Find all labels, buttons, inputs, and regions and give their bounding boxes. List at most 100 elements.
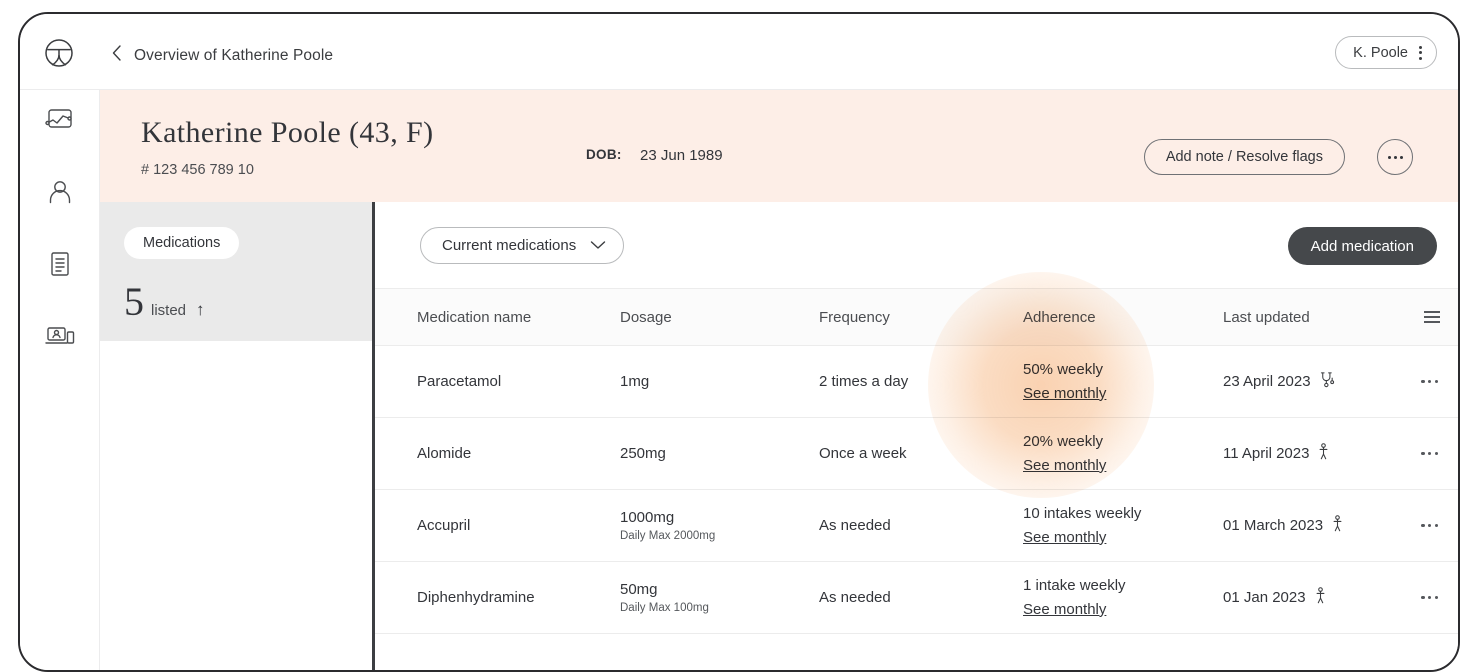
cell-medication-name: Alomide: [417, 445, 472, 462]
telehealth-devices-icon: [44, 327, 76, 356]
last-updated-value: 11 April 2023: [1223, 445, 1310, 462]
dosage-value: 1mg: [620, 373, 650, 390]
see-monthly-link[interactable]: See monthly: [1023, 457, 1106, 474]
dosage-value: 50mg: [620, 581, 658, 598]
cell-frequency: 2 times a day: [819, 373, 909, 390]
last-updated-value: 23 April 2023: [1223, 373, 1311, 390]
cell-last-updated: 23 April 2023: [1223, 371, 1393, 393]
medications-table: Medication name Dosage Frequency Adheren…: [375, 288, 1458, 634]
cell-medication-name: Accupril: [417, 517, 471, 534]
row-more-options-icon[interactable]: [1419, 374, 1440, 389]
profile-menu-button[interactable]: K. Poole: [1335, 36, 1437, 69]
dob-label: DOB:: [586, 147, 622, 162]
cell-frequency: As needed: [819, 517, 891, 534]
cell-dosage: 50mg Daily Max 100mg: [620, 581, 819, 614]
cell-medication-name: Paracetamol: [417, 373, 502, 390]
person-standing-icon: [1318, 442, 1329, 465]
column-header-actions: [1393, 311, 1440, 323]
chevron-left-icon[interactable]: [110, 44, 124, 62]
cell-last-updated: 01 Jan 2023: [1223, 586, 1393, 609]
adherence-value: 20% weekly: [1023, 432, 1104, 450]
see-monthly-link[interactable]: See monthly: [1023, 529, 1106, 546]
table-header-row: Medication name Dosage Frequency Adheren…: [375, 288, 1458, 346]
top-bar: Overview of Katherine Poole K. Poole: [20, 14, 1458, 90]
cell-medication-name: Diphenhydramine: [417, 589, 535, 606]
summary-chip-medications[interactable]: Medications: [124, 227, 240, 259]
medications-count: 5: [124, 279, 144, 324]
app-window: Overview of Katherine Poole K. Poole Kat…: [18, 12, 1460, 672]
table-row[interactable]: Accupril 1000mg Daily Max 2000mg As need…: [375, 490, 1458, 562]
add-note-resolve-flags-button[interactable]: Add note / Resolve flags: [1143, 139, 1345, 175]
profile-name: K. Poole: [1353, 44, 1408, 61]
row-more-options-icon[interactable]: [1419, 518, 1440, 533]
column-header-frequency: Frequency: [819, 308, 890, 326]
row-more-options-icon[interactable]: [1419, 446, 1440, 461]
adherence-value: 1 intake weekly: [1023, 576, 1126, 594]
medications-count-row: 5 listed ↑: [124, 282, 205, 322]
column-header-adherence: Adherence: [1023, 308, 1096, 326]
adherence-value: 50% weekly: [1023, 360, 1104, 378]
dosage-daily-max: Daily Max 2000mg: [620, 530, 716, 542]
dosage-value: 250mg: [620, 445, 666, 462]
cell-dosage: 250mg: [620, 445, 819, 462]
patient-header-banner: Katherine Poole (43, F) # 123 456 789 10…: [100, 90, 1458, 202]
sidebar-rail: [20, 90, 100, 670]
table-row[interactable]: Alomide 250mg Once a week 20% weekly See…: [375, 418, 1458, 490]
medications-filter-select[interactable]: Current medications: [420, 227, 625, 264]
see-monthly-link[interactable]: See monthly: [1023, 601, 1106, 618]
cell-actions: [1393, 590, 1440, 605]
medications-summary-panel: Medications 5 listed ↑: [100, 202, 372, 341]
person-standing-icon: [1315, 586, 1326, 609]
medications-filter-label: Current medications: [442, 237, 577, 254]
page-title: Katherine Poole (43, F): [141, 116, 434, 149]
patient-id: # 123 456 789 10: [141, 162, 254, 178]
breadcrumb: Overview of Katherine Poole: [134, 47, 334, 64]
adherence-value: 10 intakes weekly: [1023, 504, 1142, 522]
arrow-up-icon: ↑: [196, 300, 205, 319]
cell-adherence: 1 intake weekly See monthly: [1023, 577, 1223, 619]
hamburger-menu-icon[interactable]: [1424, 311, 1440, 323]
stethoscope-icon: [1320, 371, 1335, 393]
cell-adherence: 50% weekly See monthly: [1023, 361, 1223, 403]
dosage-value: 1000mg: [620, 509, 675, 526]
table-row[interactable]: Paracetamol 1mg 2 times a day 50% weekly…: [375, 346, 1458, 418]
table-row[interactable]: Diphenhydramine 50mg Daily Max 100mg As …: [375, 562, 1458, 634]
column-header-medication-name: Medication name: [417, 308, 532, 326]
column-header-last-updated: Last updated: [1223, 308, 1310, 326]
person-icon: [44, 181, 76, 212]
patient-more-options-button[interactable]: [1377, 139, 1413, 175]
person-standing-icon: [1332, 514, 1343, 537]
cell-dosage: 1mg: [620, 373, 819, 390]
main-content: Current medications Add medication Medic…: [375, 202, 1458, 670]
sidebar-item-patient[interactable]: [44, 176, 76, 208]
cell-dosage: 1000mg Daily Max 2000mg: [620, 509, 819, 542]
cell-last-updated: 01 March 2023: [1223, 514, 1393, 537]
cell-actions: [1393, 518, 1440, 533]
vertical-dots-icon[interactable]: [1419, 45, 1422, 60]
cell-adherence: 20% weekly See monthly: [1023, 433, 1223, 475]
clinic-logo-icon: [44, 38, 74, 68]
chevron-down-icon: [590, 237, 606, 255]
medications-count-label: listed: [151, 302, 187, 319]
see-monthly-link[interactable]: See monthly: [1023, 385, 1106, 402]
cell-actions: [1393, 446, 1440, 461]
add-medication-button[interactable]: Add medication: [1287, 227, 1437, 265]
last-updated-value: 01 Jan 2023: [1223, 589, 1306, 606]
dob-value: 23 Jun 1989: [640, 147, 723, 164]
dosage-daily-max: Daily Max 100mg: [620, 602, 709, 614]
last-updated-value: 01 March 2023: [1223, 517, 1324, 534]
document-icon: [44, 252, 76, 284]
row-more-options-icon[interactable]: [1419, 590, 1440, 605]
cell-frequency: Once a week: [819, 445, 907, 462]
summary-panel-empty-area: [100, 341, 372, 670]
analytics-chart-icon: [44, 109, 76, 140]
medications-toolbar: Current medications Add medication: [375, 202, 1458, 288]
cell-actions: [1393, 374, 1440, 389]
sidebar-item-analytics[interactable]: [44, 104, 76, 136]
cell-adherence: 10 intakes weekly See monthly: [1023, 505, 1223, 547]
cell-last-updated: 11 April 2023: [1223, 442, 1393, 465]
column-header-dosage: Dosage: [620, 308, 672, 326]
sidebar-item-records[interactable]: [44, 248, 76, 280]
sidebar-item-telehealth[interactable]: [44, 320, 76, 352]
cell-frequency: As needed: [819, 589, 891, 606]
